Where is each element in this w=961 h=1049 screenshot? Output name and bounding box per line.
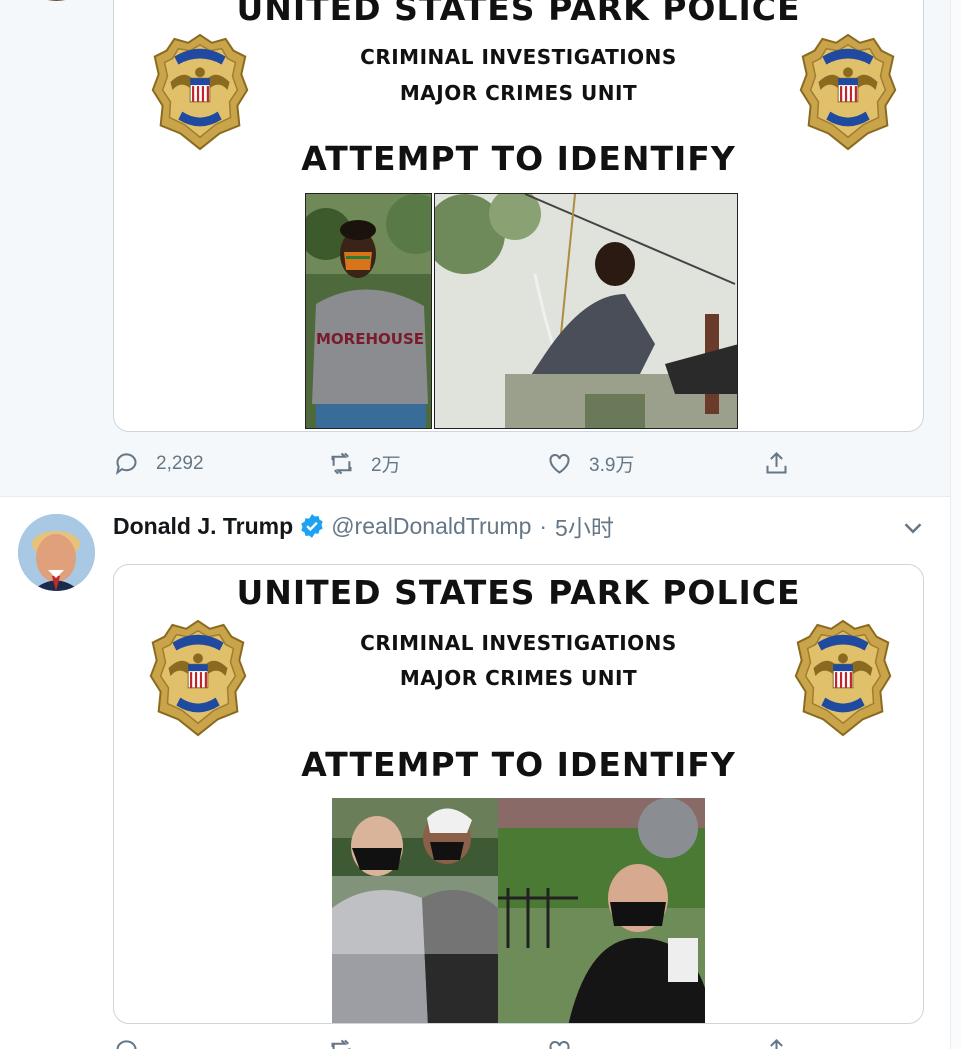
tweet-actions: 2,292 2万 3.9万 (113, 450, 813, 480)
tweet-1[interactable]: UNITED STATES PARK POLICE CRIMINAL INVES… (0, 0, 950, 496)
avatar[interactable] (18, 514, 95, 591)
poster-agency: UNITED STATES PARK POLICE (236, 573, 801, 612)
share-button[interactable] (763, 450, 806, 477)
reply-count: 2,292 (156, 452, 204, 474)
park-police-badge-icon (799, 33, 897, 151)
author-handle[interactable]: @realDonaldTrump (331, 513, 531, 540)
park-police-badge-icon (151, 33, 249, 151)
timeline-feed: UNITED STATES PARK POLICE CRIMINAL INVES… (0, 0, 950, 1049)
tweet-timestamp[interactable]: 5小时 (555, 509, 614, 543)
tweet-2[interactable]: Donald J. Trump @realDonaldTrump · 5小时 U… (0, 497, 950, 1049)
tweet-actions-cut (113, 1037, 813, 1049)
suspect-photo[interactable] (332, 798, 498, 1023)
avatar[interactable] (18, 0, 95, 1)
poster-agency: UNITED STATES PARK POLICE (236, 0, 801, 28)
author-name[interactable]: Donald J. Trump (113, 513, 293, 540)
speech-bubble-icon[interactable] (113, 1037, 140, 1049)
like-button[interactable]: 3.9万 (546, 450, 634, 477)
suspect-photo[interactable]: MOREHOUSE (305, 193, 432, 429)
tweet-media-card[interactable]: UNITED STATES PARK POLICE CRIMINAL INVES… (113, 564, 924, 1024)
poster-headline: ATTEMPT TO IDENTIFY (301, 745, 736, 784)
retweet-arrows-icon[interactable] (328, 1037, 355, 1049)
share-upload-icon[interactable] (763, 1037, 790, 1049)
heart-icon[interactable] (546, 1037, 573, 1049)
park-police-badge-icon (149, 619, 247, 737)
suspect-photo[interactable] (434, 193, 738, 429)
suspect-photo[interactable] (498, 798, 705, 1023)
heart-icon (549, 454, 570, 474)
park-police-badge-icon (794, 619, 892, 737)
retweet-button[interactable]: 2万 (328, 450, 401, 477)
tweet-header: Donald J. Trump @realDonaldTrump · 5小时 (113, 509, 614, 543)
reply-button[interactable]: 2,292 (113, 450, 204, 477)
chevron-down-icon[interactable] (898, 513, 928, 543)
scrollbar[interactable] (950, 0, 961, 1049)
like-count: 3.9万 (589, 455, 635, 476)
shirt-text: MOREHOUSE (316, 330, 424, 348)
speech-bubble-icon (115, 453, 137, 475)
verified-badge-icon (301, 514, 323, 538)
separator-dot: · (539, 512, 548, 539)
retweet-count: 2万 (371, 455, 401, 476)
retweet-arrows-icon (331, 452, 352, 475)
tweet-media-card[interactable]: UNITED STATES PARK POLICE CRIMINAL INVES… (113, 0, 924, 432)
share-upload-icon (766, 451, 787, 474)
